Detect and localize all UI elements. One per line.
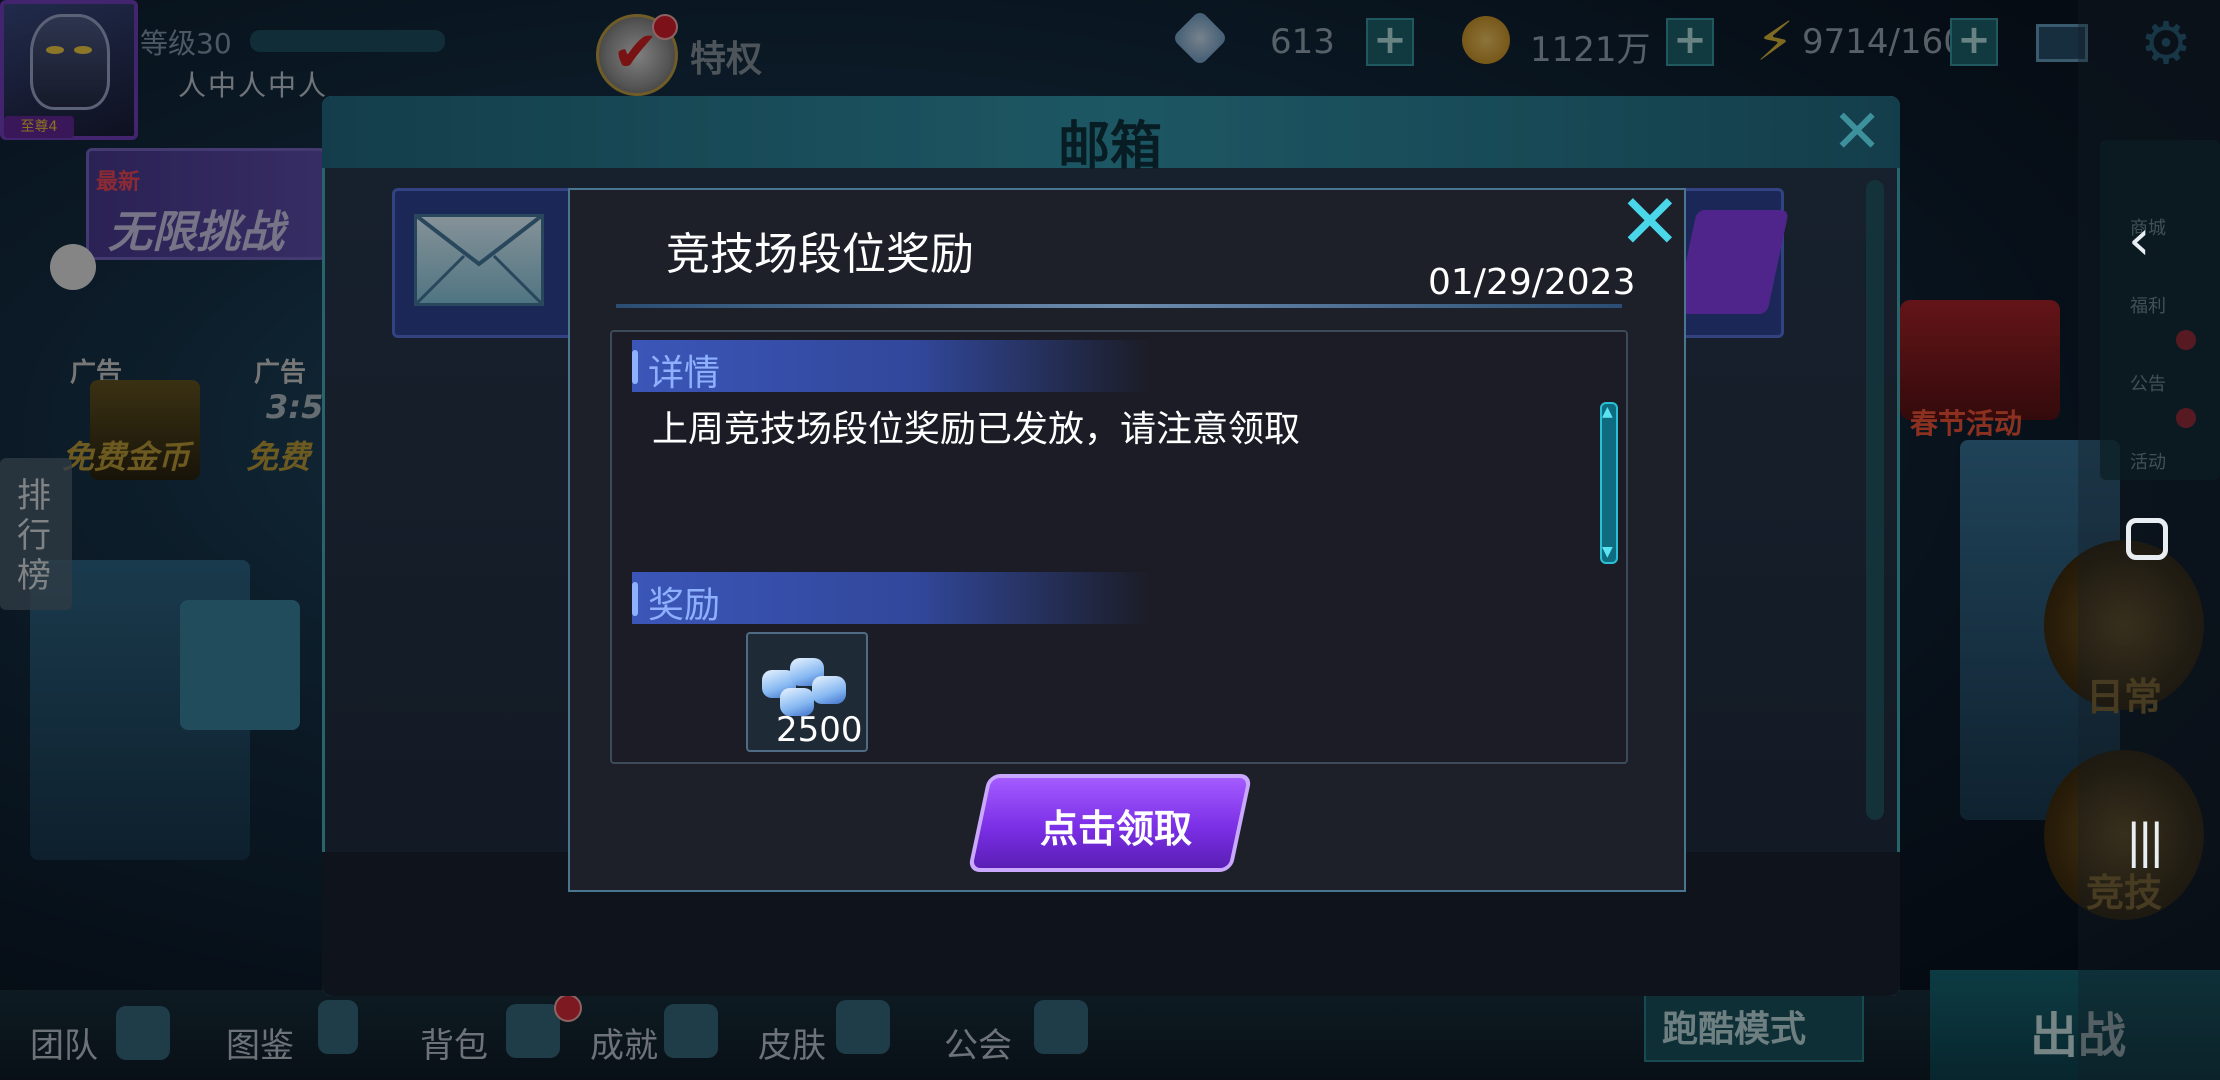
scroll-up-icon: ▲	[1602, 404, 1613, 420]
reward-count: 2500	[776, 710, 863, 750]
dialog-close-icon[interactable]: ✕	[1618, 184, 1682, 260]
home-icon[interactable]	[2126, 518, 2168, 560]
detail-section-marker	[632, 350, 638, 384]
mail-detail-text: 上周竞技场段位奖励已发放，请注意领取	[652, 409, 1301, 450]
recents-icon[interactable]: |||	[2126, 814, 2164, 868]
content-scrollbar[interactable]	[1600, 402, 1618, 564]
mail-title: 竞技场段位奖励	[666, 229, 974, 280]
scroll-down-icon: ▼	[1602, 544, 1613, 560]
claim-button-label: 点击领取	[1040, 807, 1193, 851]
mail-date: 01/29/2023	[1428, 262, 1636, 303]
back-icon[interactable]: ‹	[2128, 208, 2150, 273]
reward-section-marker	[632, 582, 638, 616]
title-separator	[616, 304, 1622, 308]
diamond-icon	[812, 676, 846, 704]
detail-section-label: 详情	[648, 353, 721, 394]
reward-section-label: 奖励	[648, 585, 721, 626]
